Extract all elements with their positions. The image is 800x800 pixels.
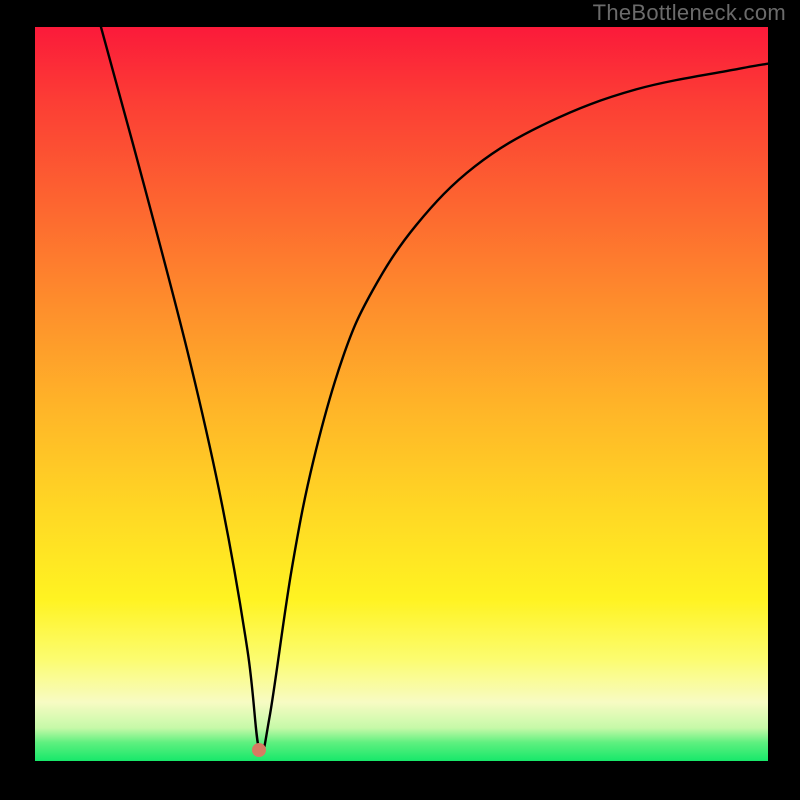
curve-path (101, 27, 768, 754)
plot-area (35, 27, 768, 761)
chart-frame: TheBottleneck.com (0, 0, 800, 800)
bottleneck-curve (35, 27, 768, 761)
watermark-text: TheBottleneck.com (593, 0, 786, 26)
minimum-marker (252, 743, 266, 757)
